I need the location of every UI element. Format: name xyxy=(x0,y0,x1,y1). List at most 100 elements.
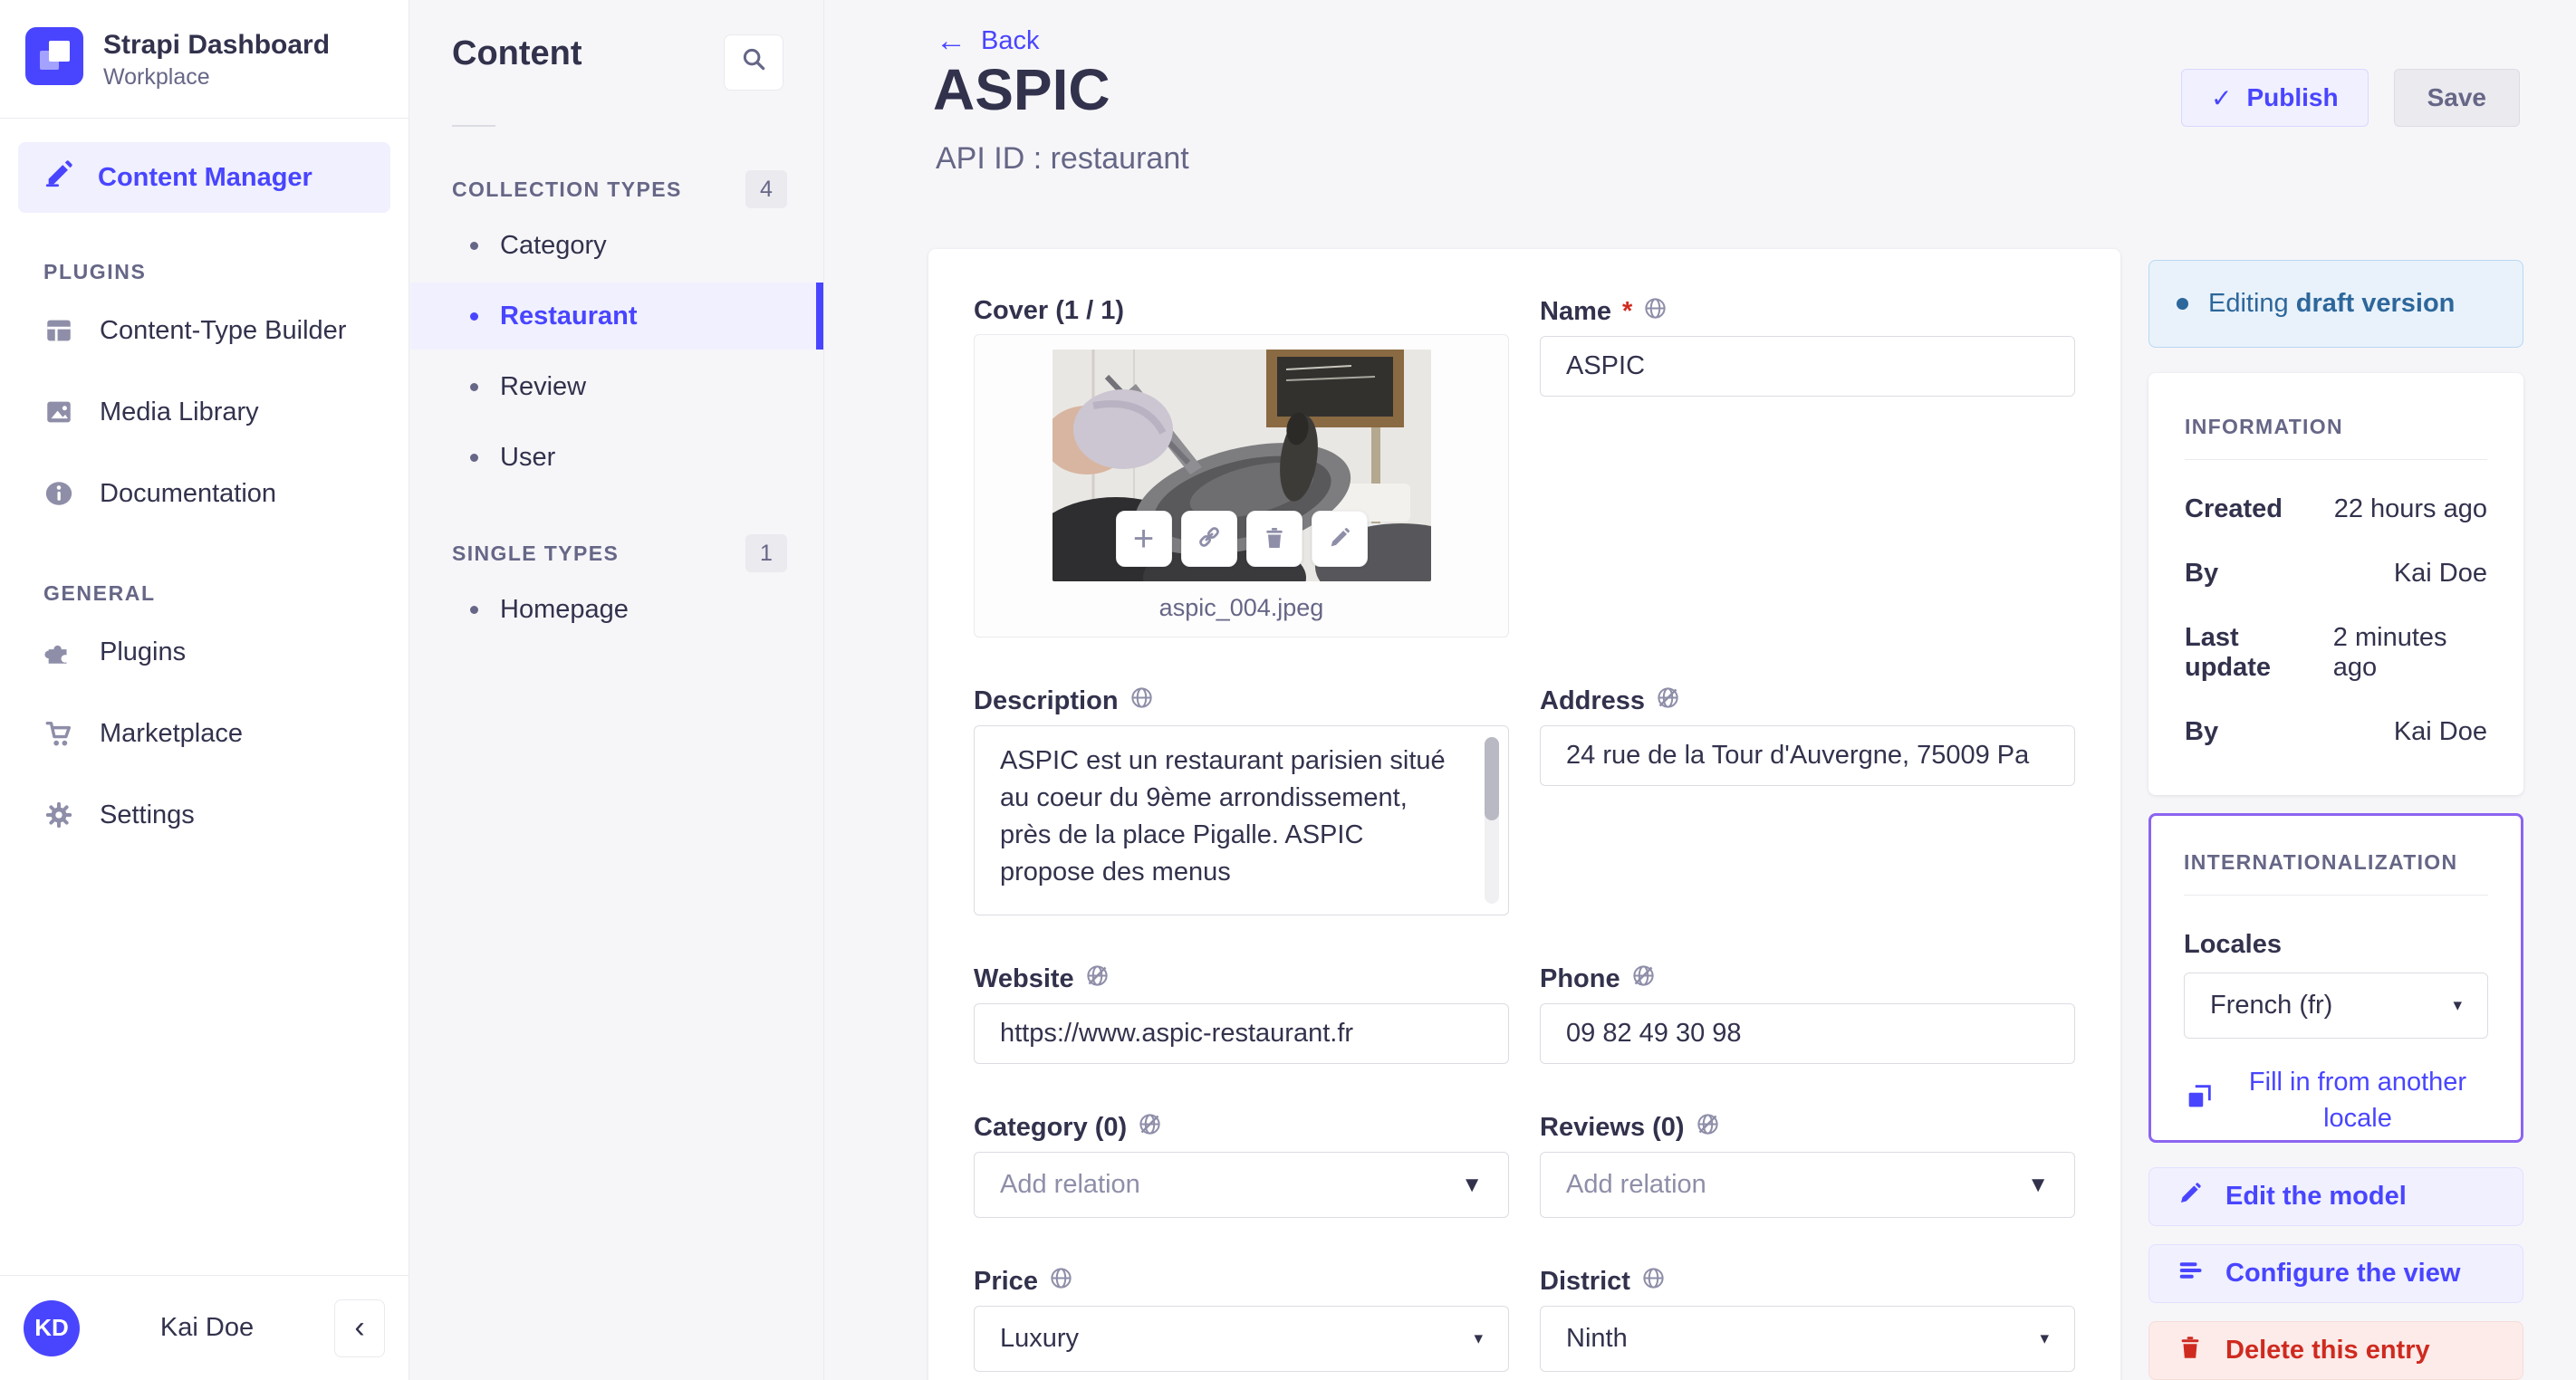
reviews-relation-combobox[interactable]: Add relation ▼ xyxy=(1540,1152,2075,1218)
main-sidebar: Strapi Dashboard Workplace Content Manag… xyxy=(0,0,409,1380)
subnav-item-category[interactable]: Category xyxy=(410,212,823,279)
caret-down-icon: ▾ xyxy=(1474,1329,1483,1348)
sidebar-item-content-manager[interactable]: Content Manager xyxy=(18,142,390,213)
subnav-item-review[interactable]: Review xyxy=(410,353,823,420)
locale-select[interactable]: French (fr) ▾ xyxy=(2184,973,2488,1039)
edit-model-button[interactable]: Edit the model xyxy=(2148,1167,2523,1226)
sidebar-item-media-library[interactable]: Media Library xyxy=(0,371,409,453)
check-icon: ✓ xyxy=(2211,83,2233,112)
district-select[interactable]: Ninth ▾ xyxy=(1540,1306,2075,1372)
scrollbar-thumb[interactable] xyxy=(1485,737,1499,820)
draft-bold: draft version xyxy=(2295,289,2456,318)
relation-placeholder: Add relation xyxy=(1000,1170,1140,1199)
add-media-button[interactable]: + xyxy=(1115,511,1172,567)
bullet-icon xyxy=(470,605,478,614)
fill-from-locale-link[interactable]: Fill in from another locale xyxy=(2227,1064,2488,1136)
sidebar-item-content-type-builder[interactable]: Content-Type Builder xyxy=(0,290,409,371)
cover-filename: aspic_004.jpeg xyxy=(1158,594,1324,621)
user-name: Kai Doe xyxy=(159,1313,255,1342)
bullet-icon xyxy=(470,311,478,321)
info-row-created: Created 22 hours ago xyxy=(2185,494,2487,524)
reviews-field: Reviews (0) Add relation ▼ xyxy=(1540,1112,2075,1218)
sidebar-item-marketplace[interactable]: Marketplace xyxy=(0,693,409,774)
search-button[interactable] xyxy=(724,34,783,91)
nav-section-general: GENERAL xyxy=(43,581,156,605)
subnav-item-homepage[interactable]: Homepage xyxy=(410,576,823,643)
phone-input[interactable]: 09 82 49 30 98 xyxy=(1540,1003,2075,1064)
sidebar-item-label: Marketplace xyxy=(100,718,243,748)
name-field: Name * ASPIC xyxy=(1540,296,2075,637)
group-label-collection-types: COLLECTION TYPES xyxy=(452,177,682,201)
caret-down-icon: ▼ xyxy=(2027,1172,2049,1197)
page-title: ASPIC xyxy=(933,57,1110,122)
subnav-item-restaurant[interactable]: Restaurant xyxy=(410,283,823,350)
info-value: Kai Doe xyxy=(2393,717,2487,746)
cover-label: Cover (1 / 1) xyxy=(974,296,1124,325)
edit-media-button[interactable] xyxy=(1311,511,1368,567)
website-input[interactable]: https://www.aspic-restaurant.fr xyxy=(974,1003,1509,1064)
panel-divider xyxy=(2184,895,2488,896)
info-row-last-update: Last update 2 minutes ago xyxy=(2185,623,2487,683)
feather-pen-icon xyxy=(43,158,74,196)
link-icon xyxy=(1196,519,1223,560)
district-field: District Ninth ▾ xyxy=(1540,1266,2075,1372)
strapi-app: Strapi Dashboard Workplace Content Manag… xyxy=(0,0,2576,1380)
name-input[interactable]: ASPIC xyxy=(1540,336,2075,397)
copy-icon xyxy=(2184,1081,2215,1119)
single-types-count-badge: 1 xyxy=(745,534,787,572)
brand: Strapi Dashboard Workplace xyxy=(0,0,409,118)
edit-model-label: Edit the model xyxy=(2225,1182,2407,1211)
sidebar-item-plugins[interactable]: Plugins xyxy=(0,611,409,693)
description-textarea[interactable]: ASPIC est un restaurant parisien situé a… xyxy=(974,725,1509,915)
name-label: Name xyxy=(1540,297,1611,326)
textarea-scrollbar[interactable] xyxy=(1485,737,1499,904)
globe-strike-icon xyxy=(1138,1112,1162,1144)
delete-entry-button[interactable]: Delete this entry xyxy=(2148,1321,2523,1380)
sidebar-item-documentation[interactable]: Documentation xyxy=(0,453,409,534)
subnav-item-user[interactable]: User xyxy=(410,424,823,491)
configure-lines-icon xyxy=(2177,1257,2204,1291)
info-row-created-by: By Kai Doe xyxy=(2185,559,2487,589)
nav-section-plugins: PLUGINS xyxy=(43,260,147,283)
cover-photo: + xyxy=(1052,350,1431,581)
information-title: INFORMATION xyxy=(2185,415,2343,438)
category-relation-combobox[interactable]: Add relation ▼ xyxy=(974,1152,1509,1218)
required-mark: * xyxy=(1622,297,1633,326)
caret-down-icon: ▾ xyxy=(2453,996,2462,1015)
caret-down-icon: ▾ xyxy=(2040,1329,2049,1348)
collapse-sidebar-button[interactable]: ‹ xyxy=(334,1299,385,1357)
sidebar-item-settings[interactable]: Settings xyxy=(0,774,409,856)
info-label: Last update xyxy=(2185,623,2272,682)
globe-icon xyxy=(1641,1266,1666,1298)
publish-button[interactable]: ✓ Publish xyxy=(2181,69,2369,127)
search-icon xyxy=(740,45,767,80)
sidebar-item-label: Settings xyxy=(100,800,195,829)
copy-link-button[interactable] xyxy=(1180,511,1237,567)
info-row-updated-by: By Kai Doe xyxy=(2185,717,2487,747)
info-icon xyxy=(43,478,74,509)
sidebar-item-label: Plugins xyxy=(100,637,187,666)
sidebar-footer: KD Kai Doe ‹ xyxy=(0,1275,409,1380)
workspace-name: Workplace xyxy=(103,63,210,90)
delete-media-button[interactable] xyxy=(1245,511,1302,567)
app-title: Strapi Dashboard xyxy=(103,29,331,60)
address-field: Address 24 rue de la Tour d'Auvergne, 75… xyxy=(1540,685,2075,915)
save-button[interactable]: Save xyxy=(2393,69,2520,127)
relation-placeholder: Add relation xyxy=(1566,1170,1706,1199)
sidebar-item-label: Content Manager xyxy=(98,162,312,192)
price-select[interactable]: Luxury ▾ xyxy=(974,1306,1509,1372)
category-field: Category (0) Add relation ▼ xyxy=(974,1112,1509,1218)
price-value: Luxury xyxy=(1000,1324,1080,1353)
bullet-icon xyxy=(470,241,478,250)
info-value: 2 minutes ago xyxy=(2332,623,2447,682)
description-label: Description xyxy=(974,686,1119,715)
back-link[interactable]: ← Back xyxy=(936,24,1039,59)
configure-view-button[interactable]: Configure the view xyxy=(2148,1244,2523,1303)
address-input[interactable]: 24 rue de la Tour d'Auvergne, 75009 Pa xyxy=(1540,725,2075,786)
avatar[interactable]: KD xyxy=(24,1299,80,1356)
puzzle-icon xyxy=(43,637,74,667)
category-label: Category (0) xyxy=(974,1113,1128,1142)
sidebar-item-label: Media Library xyxy=(100,397,259,426)
plus-icon: + xyxy=(1132,518,1155,559)
price-field: Price Luxury ▾ xyxy=(974,1266,1509,1372)
